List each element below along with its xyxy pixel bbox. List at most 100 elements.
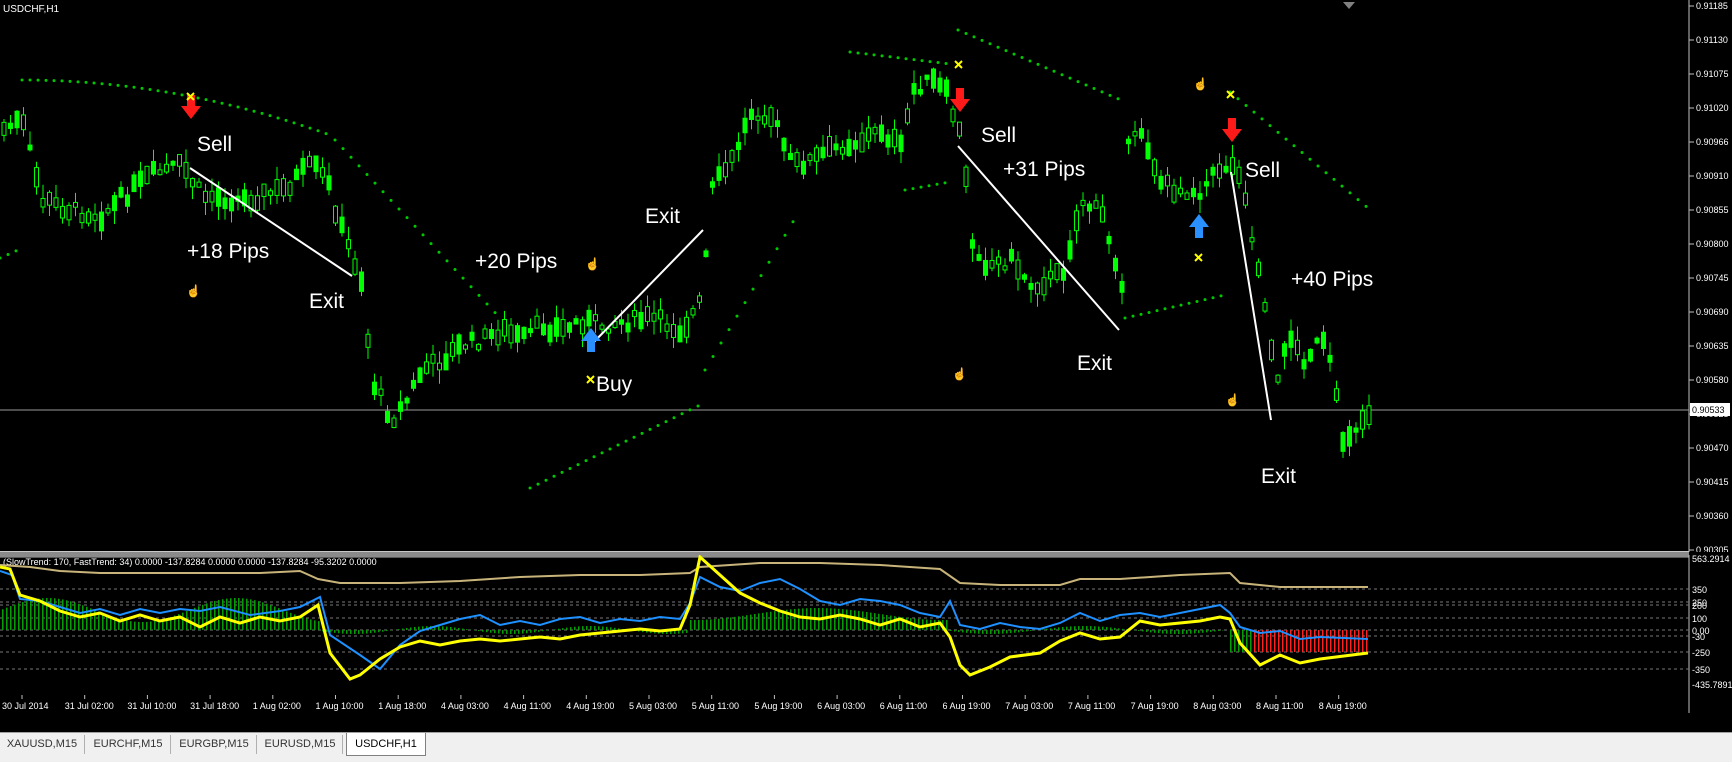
histogram-bar (1334, 630, 1336, 652)
sar-dot (537, 483, 540, 486)
candle-body (1029, 283, 1033, 289)
sar-dot (1164, 307, 1167, 310)
sar-dot (704, 369, 707, 372)
svg-text:☝: ☝ (952, 366, 967, 381)
histogram-bar (1066, 627, 1068, 630)
tab-eurchf[interactable]: EURCHF,M15 (86, 735, 171, 754)
histogram-bar (766, 612, 768, 630)
sar-dot (61, 79, 64, 82)
candle-body (1361, 411, 1365, 429)
candle-body (145, 166, 149, 183)
candle-body (230, 198, 234, 211)
candle-body (1133, 132, 1137, 136)
price-chart[interactable]: USDCHF,H1 0.911850.911300.910750.910200.… (0, 0, 1732, 552)
sar-dot (1245, 104, 1248, 107)
tab-xauusd[interactable]: XAUUSD,M15 (0, 735, 85, 754)
candle-body (1244, 193, 1248, 205)
sar-dot (125, 85, 128, 88)
exit-label: Exit (1077, 352, 1112, 375)
candle-body (1036, 283, 1040, 294)
histogram-bar (438, 626, 440, 630)
sar-dot (446, 259, 449, 262)
candle-body (353, 259, 357, 274)
candle-body (652, 313, 656, 321)
sar-dot (1037, 63, 1040, 66)
histogram-bar (774, 611, 776, 630)
indicator-pane[interactable]: (SlowTrend: 170, FastTrend: 34) 0.0000 -… (0, 555, 1732, 732)
histogram-bar (1110, 627, 1112, 630)
candle-body (464, 345, 468, 349)
candle-body (405, 398, 409, 403)
candle-body (126, 195, 130, 206)
candle-body (945, 80, 949, 96)
histogram-bar (462, 629, 464, 630)
histogram-bar (406, 628, 408, 630)
histogram-bar (714, 619, 716, 630)
histogram-bar (1350, 630, 1352, 652)
histogram-bar (218, 600, 220, 630)
histogram-bar (1182, 630, 1184, 634)
histogram-bar (18, 603, 20, 630)
histogram-bar (66, 600, 68, 630)
histogram-bar (1054, 628, 1056, 630)
histogram-bar (882, 614, 884, 630)
sar-dot (625, 440, 628, 443)
histogram-bar (134, 622, 136, 630)
histogram-bar (966, 630, 968, 633)
time-tick-label: 7 Aug 03:00 (1005, 701, 1053, 711)
histogram-bar (414, 627, 416, 630)
histogram-bar (1106, 627, 1108, 630)
time-tick-label: 30 Jul 2014 (2, 701, 49, 711)
pips-label: +18 Pips (187, 240, 269, 263)
histogram-bar (230, 598, 232, 630)
sar-dot (1253, 111, 1256, 114)
histogram-bar (458, 628, 460, 630)
candle-body (691, 309, 695, 315)
sar-dot (904, 189, 907, 192)
chart-shift-marker[interactable] (1343, 2, 1355, 9)
time-tick-label: 8 Aug 11:00 (1256, 701, 1303, 711)
sar-dot (117, 84, 120, 87)
tab-eurusd[interactable]: EURUSD,M15 (258, 735, 343, 754)
candle-body (425, 362, 429, 373)
sar-dot (462, 277, 465, 280)
candle-body (15, 111, 19, 128)
candle-body (893, 129, 897, 146)
sell-label: Sell (197, 133, 232, 156)
price-axis: 0.911850.911300.910750.910200.909660.909… (1689, 1, 1729, 552)
histogram-bar (594, 626, 596, 630)
sar-dot (593, 455, 596, 458)
histogram-bar (386, 630, 388, 631)
candle-body (360, 272, 364, 291)
sar-dot (1180, 304, 1183, 307)
sar-dot (1293, 144, 1296, 147)
histogram-bar (1298, 630, 1300, 652)
histogram-bar (182, 613, 184, 630)
candle-body (184, 162, 188, 178)
histogram-bar (226, 599, 228, 630)
candle-body (223, 198, 227, 209)
sar-dot (889, 55, 892, 58)
histogram-bar (950, 630, 952, 631)
chart-tabs: XAUUSD,M15 EURCHF,M15 EURGBP,M15 EURUSD,… (0, 732, 1732, 762)
histogram-bar (1046, 629, 1048, 630)
histogram-bar (1230, 630, 1232, 652)
sar-dot (277, 116, 280, 119)
histogram-bar (1318, 630, 1320, 652)
histogram-bar (446, 627, 448, 630)
histogram-bar (58, 599, 60, 630)
tab-usdchf[interactable]: USDCHF,H1 (346, 733, 426, 756)
histogram-bar (590, 626, 592, 630)
histogram-bar (574, 627, 576, 630)
sar-dot (928, 184, 931, 187)
time-tick-label: 6 Aug 11:00 (880, 701, 927, 711)
tab-eurgbp[interactable]: EURGBP,M15 (172, 735, 257, 754)
sar-dot (229, 104, 232, 107)
histogram-bar (306, 618, 308, 630)
histogram-bar (1198, 630, 1200, 633)
histogram-bar (530, 630, 532, 633)
histogram-bar (830, 608, 832, 630)
sar-dot (181, 93, 184, 96)
histogram-bar (466, 629, 468, 630)
sar-dot (173, 92, 176, 95)
